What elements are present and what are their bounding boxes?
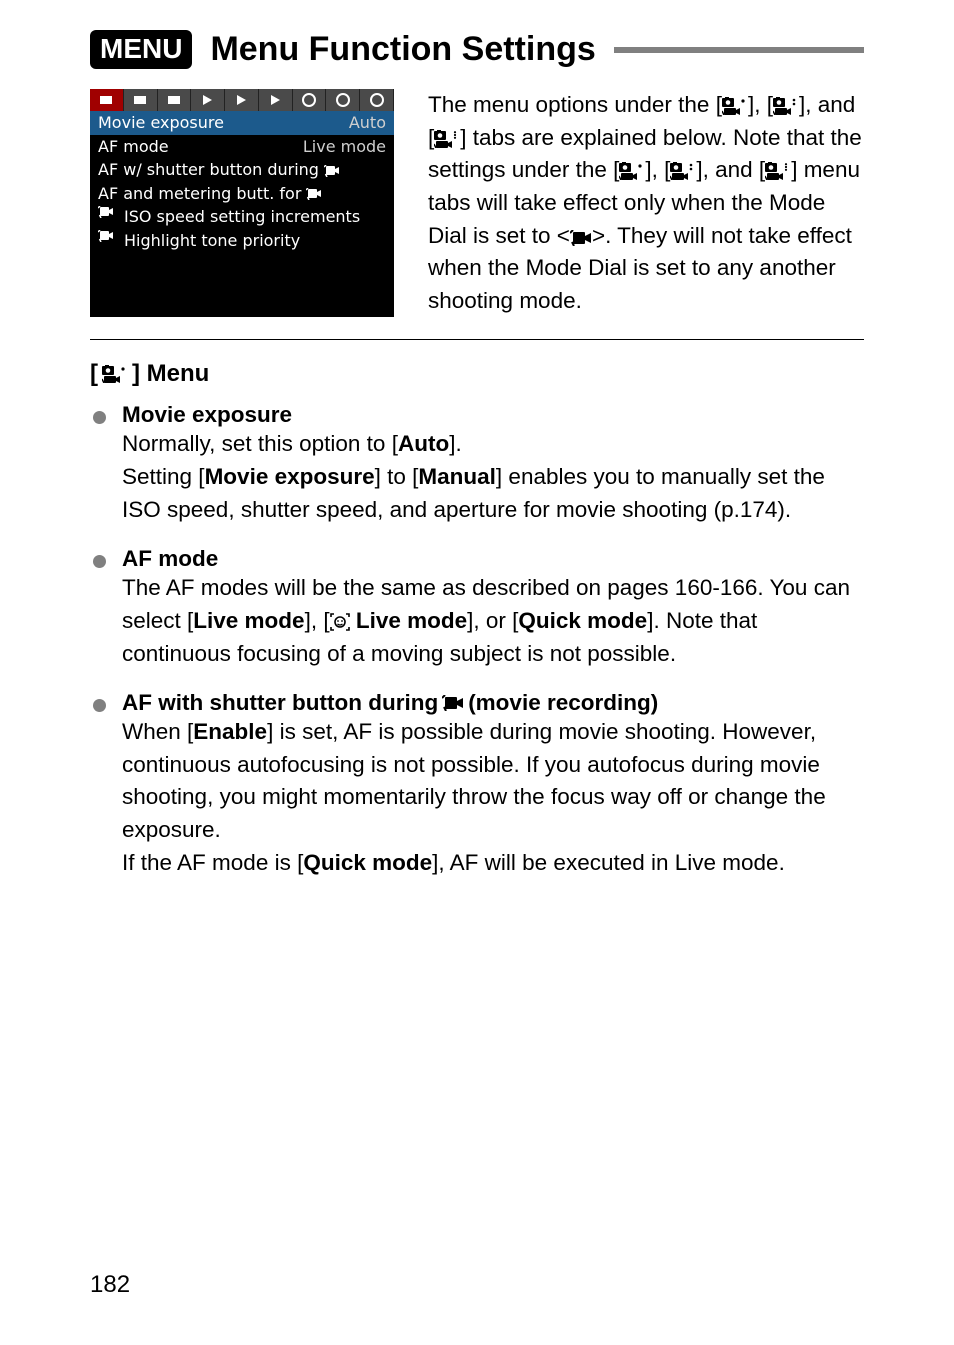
bullet-title: Movie exposure bbox=[122, 402, 864, 428]
camera-movie-tab-icon bbox=[773, 97, 799, 115]
lcd-tab-play-2 bbox=[225, 89, 259, 111]
bracket-close: ] Menu bbox=[132, 360, 209, 388]
lcd-row-label: AF mode bbox=[98, 136, 293, 158]
lcd-row-label: ISO speed setting increments bbox=[124, 206, 386, 228]
bullet-item: AF modeThe AF modes will be the same as … bbox=[90, 546, 864, 670]
movie-icon bbox=[98, 206, 114, 228]
lcd-row-label: AF w/ shutter button during bbox=[98, 159, 386, 181]
bullet-title: AF mode bbox=[122, 546, 864, 572]
camera-movie-tab-icon bbox=[765, 162, 791, 180]
bullet-item: AF with shutter button during (movie rec… bbox=[90, 690, 864, 879]
section-separator bbox=[90, 339, 864, 340]
lcd-tab-camera-3 bbox=[158, 89, 192, 111]
bracket-open: [ bbox=[90, 360, 98, 388]
wrench-icon bbox=[370, 93, 384, 107]
bullet-item: Movie exposureNormally, set this option … bbox=[90, 402, 864, 526]
lcd-row-value: Live mode bbox=[303, 136, 386, 158]
camera-movie-tab-icon bbox=[619, 162, 645, 180]
movie-icon bbox=[98, 230, 114, 252]
lcd-tab-wrench-1 bbox=[293, 89, 327, 111]
bullet-body: When [Enable] is set, AF is possible dur… bbox=[122, 716, 864, 879]
lcd-tab-play-3 bbox=[259, 89, 293, 111]
lcd-menu-row: Movie exposure Auto bbox=[90, 111, 394, 135]
lcd-menu-row: Highlight tone priority bbox=[90, 229, 394, 253]
heading-rule bbox=[614, 47, 864, 53]
page-number: 182 bbox=[90, 1271, 130, 1299]
camera-icon bbox=[134, 96, 146, 104]
lcd-tab-wrench-3 bbox=[360, 89, 394, 111]
heading-title: Menu Function Settings bbox=[210, 30, 595, 69]
movie-icon bbox=[570, 230, 592, 246]
section-heading: [ ] Menu bbox=[90, 360, 864, 388]
lcd-rows: Movie exposure Auto AF mode Live modeAF w/ … bbox=[90, 111, 394, 253]
bullet-list: Movie exposureNormally, set this option … bbox=[90, 402, 864, 879]
camera-movie-tab-icon bbox=[670, 162, 696, 180]
lcd-row-label: Movie exposure bbox=[98, 112, 339, 134]
lcd-tab-camera-2 bbox=[124, 89, 158, 111]
camera-movie-tab-icon bbox=[722, 97, 748, 115]
lcd-menu-row: ISO speed setting increments bbox=[90, 205, 394, 229]
lcd-menu-row: AF w/ shutter button during bbox=[90, 158, 394, 182]
lcd-menu-row: AF mode Live mode bbox=[90, 135, 394, 159]
menu-pill-icon: MENU bbox=[90, 30, 192, 69]
lcd-row-label: AF and metering butt. for bbox=[98, 183, 386, 205]
movie-icon bbox=[324, 165, 340, 177]
bullet-title: AF with shutter button during (movie rec… bbox=[122, 690, 864, 716]
lcd-tab-wrench-2 bbox=[326, 89, 360, 111]
play-icon bbox=[203, 95, 212, 105]
play-icon bbox=[271, 95, 280, 105]
lcd-tab-bar bbox=[90, 89, 394, 111]
camera-lcd-screenshot: Movie exposure Auto AF mode Live modeAF w/ … bbox=[90, 89, 394, 317]
bullet-body: Normally, set this option to [Auto].Sett… bbox=[122, 428, 864, 526]
lcd-row-label: Highlight tone priority bbox=[124, 230, 386, 252]
play-icon bbox=[237, 95, 246, 105]
lcd-tab-camera-1 bbox=[90, 89, 124, 111]
intro-paragraph: The menu options under the [], [], and [… bbox=[428, 89, 864, 317]
camera-movie-tab-icon bbox=[102, 365, 128, 383]
page-heading: MENU Menu Function Settings bbox=[90, 30, 864, 69]
bullet-body: The AF modes will be the same as describ… bbox=[122, 572, 864, 670]
lcd-menu-row: AF and metering butt. for bbox=[90, 182, 394, 206]
camera-movie-tab-icon bbox=[434, 130, 460, 148]
intro-block: Movie exposure Auto AF mode Live modeAF w/ … bbox=[90, 89, 864, 317]
movie-icon bbox=[442, 695, 464, 711]
movie-icon bbox=[306, 188, 322, 200]
face-detect-icon bbox=[330, 613, 350, 631]
wrench-icon bbox=[336, 93, 350, 107]
wrench-icon bbox=[302, 93, 316, 107]
lcd-row-value: Auto bbox=[349, 112, 386, 134]
camera-icon bbox=[100, 96, 112, 104]
lcd-tab-play-1 bbox=[191, 89, 225, 111]
camera-icon bbox=[168, 96, 180, 104]
